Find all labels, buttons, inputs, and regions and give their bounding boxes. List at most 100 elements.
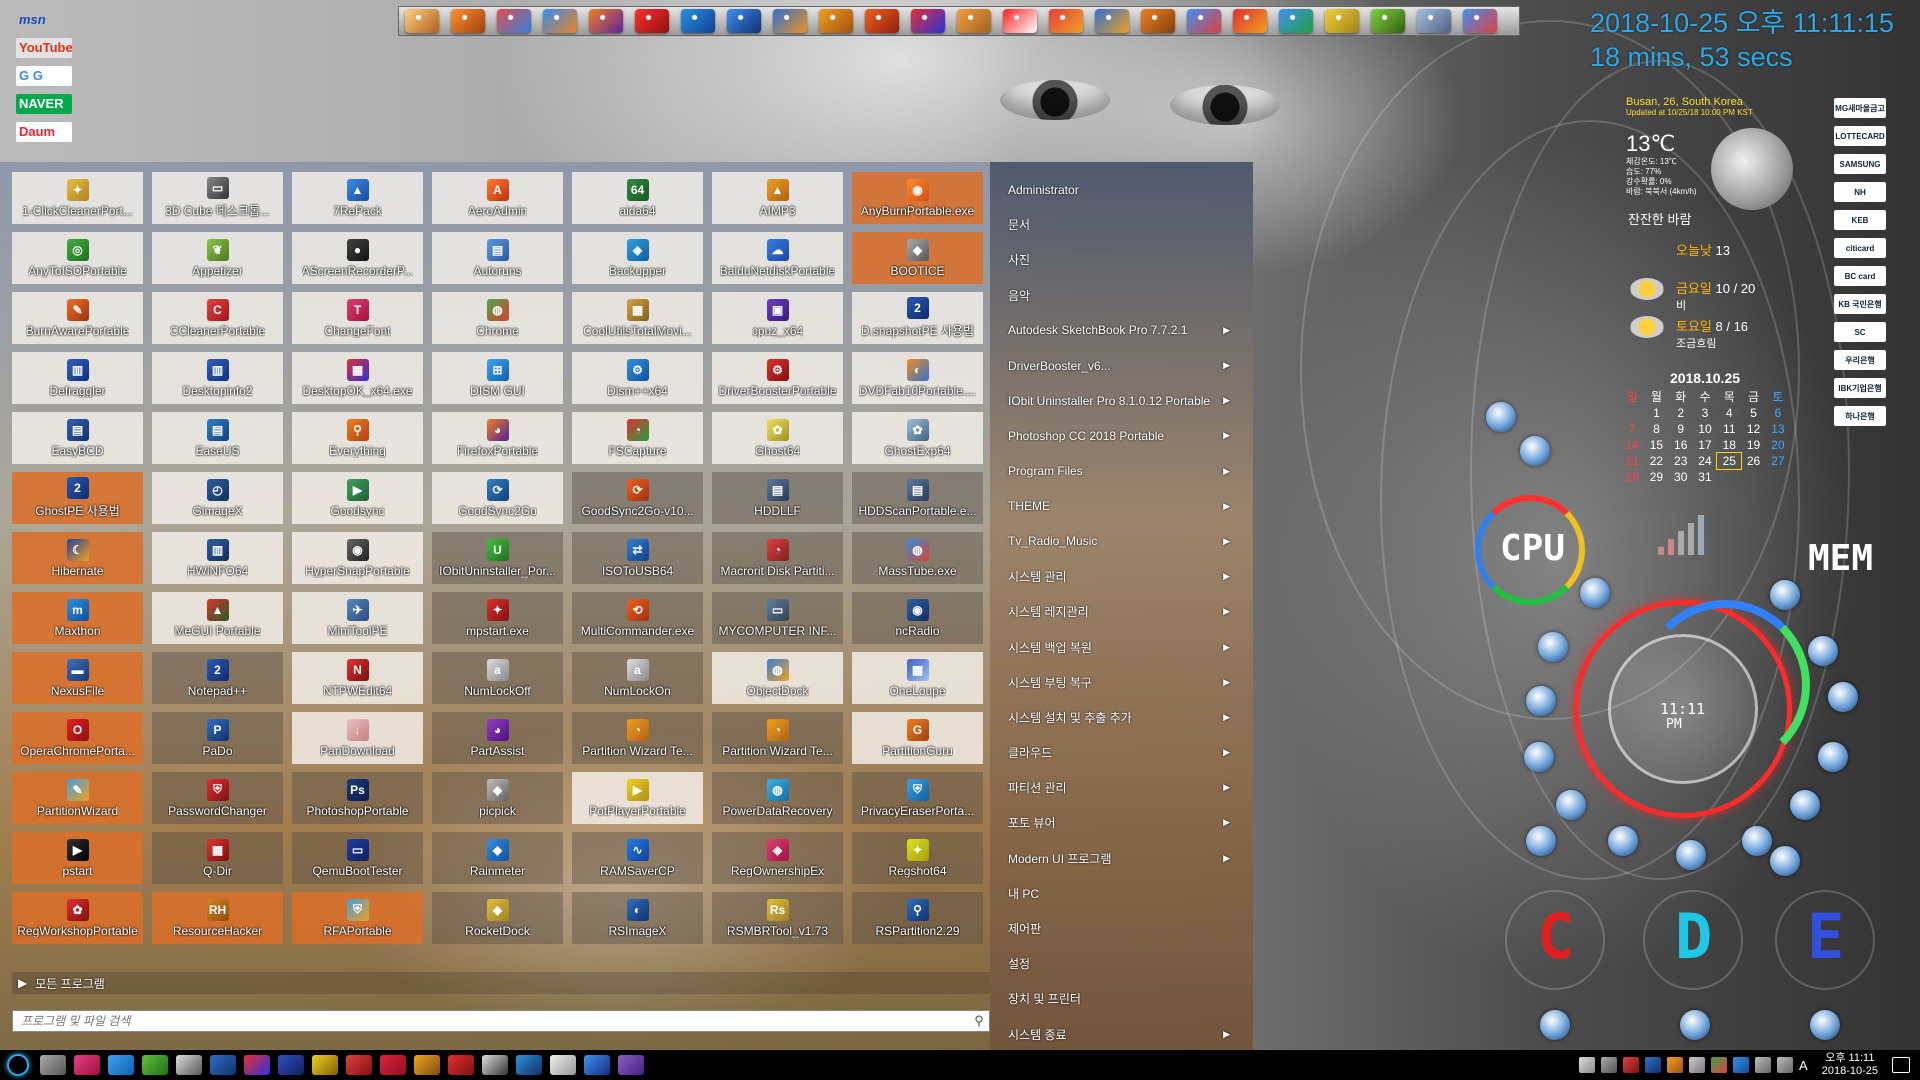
program-tile[interactable]: ◈ RegOwnershipEx xyxy=(712,832,843,884)
orb-powerpoint-icon[interactable] xyxy=(1538,632,1568,662)
orb-trash-icon[interactable] xyxy=(1810,1010,1840,1040)
flash-task-icon[interactable] xyxy=(448,1055,474,1075)
start-menu-item[interactable]: IObit Uninstaller Pro 8.1.0.12 Portable ▶ xyxy=(998,383,1238,418)
network-icon[interactable] xyxy=(1755,1057,1772,1073)
orb-camera-icon[interactable] xyxy=(1608,826,1638,856)
program-tile[interactable]: ⟲ MultiCommander.exe xyxy=(572,592,703,644)
program-tile[interactable]: a NumLockOff xyxy=(432,652,563,704)
youtube-link[interactable]: YouTube xyxy=(16,38,73,58)
program-tile[interactable]: ⛨ PasswordChanger xyxy=(152,772,283,824)
program-tile[interactable]: G PartitionGuru xyxy=(852,712,983,764)
program-tile[interactable]: ∿ RAMSaverCP xyxy=(572,832,703,884)
network-dock-icon[interactable] xyxy=(1463,9,1497,33)
paint-dock-icon[interactable] xyxy=(957,9,991,33)
browser-dock-icon[interactable] xyxy=(773,9,807,33)
bank-shortcut[interactable]: NH xyxy=(1834,182,1886,202)
clock-task-icon[interactable] xyxy=(482,1055,508,1075)
box-dock-icon[interactable] xyxy=(451,9,485,33)
moon-dock-icon[interactable] xyxy=(1417,9,1451,33)
start-menu-item[interactable]: 내 PC xyxy=(998,876,1238,911)
taskbar-clock[interactable]: 오후 11:11 2018-10-25 xyxy=(1822,1052,1878,1078)
orb-map-icon[interactable] xyxy=(1790,790,1820,820)
program-tile[interactable]: ⚲ Everything xyxy=(292,412,423,464)
program-tile[interactable]: ⛨ PrivacyEraserPorta... xyxy=(852,772,983,824)
tray-shield-icon[interactable] xyxy=(1733,1057,1750,1073)
program-tile[interactable]: ✈ MiniToolPE xyxy=(292,592,423,644)
save-task-icon[interactable] xyxy=(278,1055,304,1075)
tray-app-icon[interactable] xyxy=(1623,1057,1640,1073)
program-tile[interactable]: ✿ RegWorkshopPortable xyxy=(12,892,143,944)
program-tile[interactable]: ◍ ObjectDock xyxy=(712,652,843,704)
bank-shortcut[interactable]: MG새마을금고 xyxy=(1834,98,1886,118)
download-task-icon[interactable] xyxy=(74,1055,100,1075)
orb-word-icon[interactable] xyxy=(1526,686,1556,716)
program-tile[interactable]: O OperaChromePorta... xyxy=(12,712,143,764)
tray-drop-icon[interactable] xyxy=(1601,1057,1618,1073)
program-tile[interactable]: ▥ Defraggler xyxy=(12,352,143,404)
photos-task-icon[interactable] xyxy=(584,1055,610,1075)
start-menu-item[interactable]: 사진 xyxy=(998,242,1238,277)
drive-e-label[interactable]: E xyxy=(1807,900,1844,973)
burn-dock-icon[interactable] xyxy=(819,9,853,33)
search-icon[interactable]: ⚲ xyxy=(969,1013,989,1029)
program-tile[interactable]: ↓ PanDownload xyxy=(292,712,423,764)
program-tile[interactable]: ▶ Goodsync xyxy=(292,472,423,524)
program-tile[interactable]: ◈ picpick xyxy=(432,772,563,824)
orb-gear-icon[interactable] xyxy=(1808,636,1838,666)
program-tile[interactable]: ⇄ ISOToUSB64 xyxy=(572,532,703,584)
bank-shortcut[interactable]: BC card xyxy=(1834,266,1886,286)
orb-excel-icon[interactable] xyxy=(1580,578,1610,608)
program-tile[interactable]: ▭ 3D Cube 데스크톱... xyxy=(152,172,283,224)
program-tile[interactable]: ✿ Ghost64 xyxy=(712,412,843,464)
purple-task-icon[interactable] xyxy=(618,1055,644,1075)
program-tile[interactable]: ◈ Backupper xyxy=(572,232,703,284)
maxthon-dock-icon[interactable] xyxy=(681,9,715,33)
tray-cloud-icon[interactable] xyxy=(1689,1057,1706,1073)
program-tile[interactable]: RH ResourceHacker xyxy=(152,892,283,944)
program-tile[interactable]: ◕ FirefoxPortable xyxy=(432,412,563,464)
pencil-dock-icon[interactable] xyxy=(1325,9,1359,33)
program-tile[interactable]: ● AScreenRecorderP... xyxy=(292,232,423,284)
program-tile[interactable]: ◍ Chrome xyxy=(432,292,563,344)
google-link[interactable]: G G xyxy=(16,66,72,86)
fox-dock-icon[interactable] xyxy=(1141,9,1175,33)
ribbon-task-icon[interactable] xyxy=(380,1055,406,1075)
search-input[interactable] xyxy=(21,1014,969,1028)
start-menu-item[interactable]: Autodesk SketchBook Pro 7.7.2.1 ▶ xyxy=(998,313,1238,348)
orb-green-icon[interactable] xyxy=(1770,846,1800,876)
program-tile[interactable]: 2 D.snapshotPE 사용법 xyxy=(852,292,983,344)
program-tile[interactable]: ✎ BurnAwarePortable xyxy=(12,292,143,344)
start-menu-item[interactable]: 설정 xyxy=(998,946,1238,981)
start-menu-item[interactable]: 시스템 설치 및 추출 추가 ▶ xyxy=(998,700,1238,735)
orb-app-icon[interactable] xyxy=(1486,402,1516,432)
program-tile[interactable]: ⟳ GoodSync2Go-v10... xyxy=(572,472,703,524)
clover-task-icon[interactable] xyxy=(142,1055,168,1075)
tools-task-icon[interactable] xyxy=(176,1055,202,1075)
orb-pen-icon[interactable] xyxy=(1524,742,1554,772)
program-tile[interactable]: ◐ RSImageX xyxy=(572,892,703,944)
orb-car-icon[interactable] xyxy=(1828,682,1858,712)
search-dock-icon[interactable] xyxy=(1371,9,1405,33)
program-tile[interactable]: ◔ Partition Wizard Te... xyxy=(572,712,703,764)
program-tile[interactable]: U IObitUninstaller_Por... xyxy=(432,532,563,584)
orb-br-icon[interactable] xyxy=(1770,580,1800,610)
tray-fx-icon[interactable] xyxy=(1645,1057,1662,1073)
program-tile[interactable]: ◔ FSCapture xyxy=(572,412,703,464)
red-circle-dock-icon[interactable] xyxy=(1003,9,1037,33)
program-tile[interactable]: ▤ HDDLLF xyxy=(712,472,843,524)
program-tile[interactable]: ◎ AnyToISOPortable xyxy=(12,232,143,284)
program-tile[interactable]: ⚲ RSPartition2.29 xyxy=(852,892,983,944)
program-tile[interactable]: ◐ DVDFab10Portable.... xyxy=(852,352,983,404)
all-programs-button[interactable]: ▶ 모든 프로그램 xyxy=(12,972,990,994)
bank-shortcut[interactable]: 하나은행 xyxy=(1834,406,1886,426)
yellow-task-icon[interactable] xyxy=(312,1055,338,1075)
program-tile[interactable]: ◆ RocketDock xyxy=(432,892,563,944)
program-tile[interactable]: ⟳ GoodSync2Go xyxy=(432,472,563,524)
start-menu-item[interactable]: Tv_Radio_Music ▶ xyxy=(998,524,1238,559)
bank-shortcut[interactable]: KB 국민은행 xyxy=(1834,294,1886,314)
program-tile[interactable]: ▣ cpuz_x64 xyxy=(712,292,843,344)
orb-app-a-icon[interactable] xyxy=(1556,790,1586,820)
program-tile[interactable]: m Maxthon xyxy=(12,592,143,644)
program-tile[interactable]: C CCleanerPortable xyxy=(152,292,283,344)
start-menu-item[interactable]: 시스템 종료 ▶ xyxy=(998,1017,1238,1052)
